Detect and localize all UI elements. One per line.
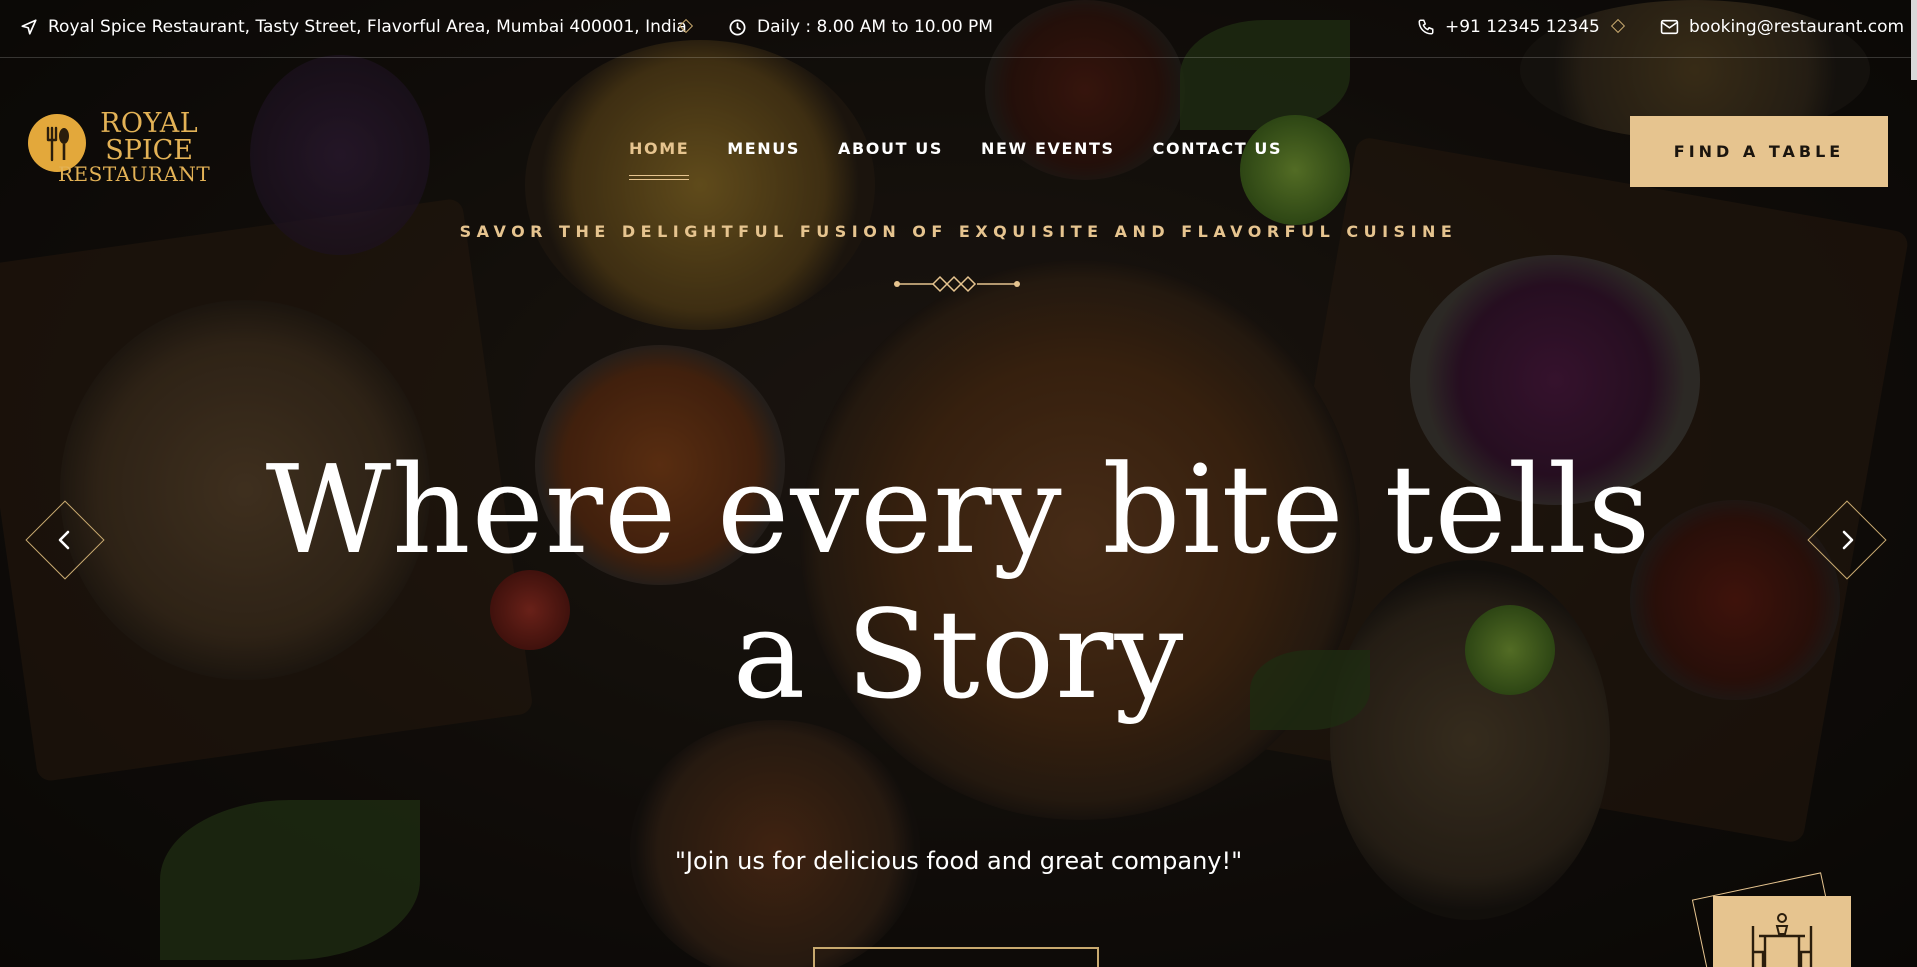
location-arrow-icon [21,19,37,35]
phone-text: +91 12345 12345 [1445,17,1600,37]
chevron-right-icon [1842,530,1854,550]
nav-contact-us[interactable]: CONTACT US [1153,139,1283,158]
hero-headline-line2: a Story [732,584,1185,726]
dining-table-icon [1751,913,1813,967]
nav-new-events[interactable]: NEW EVENTS [981,139,1115,158]
hero-quote: "Join us for delicious food and great co… [674,847,1243,875]
restaurant-logo[interactable]: ROYAL SPICE RESTAURANT [28,110,210,196]
chevron-left-icon [58,530,70,550]
top-info-bar: Royal Spice Restaurant, Tasty Street, Fl… [0,0,1917,58]
logo-line-restaurant: RESTAURANT [58,162,211,186]
main-navigation: HOME MENUS ABOUT US NEW EVENTS CONTACT U… [629,139,1283,180]
ornament-divider-icon [894,275,1020,293]
phone-link[interactable]: +91 12345 12345 [1417,0,1600,54]
hours-text: Daily : 8.00 AM to 10.00 PM [757,17,993,37]
nav-menus[interactable]: MENUS [727,139,800,158]
email-link[interactable]: booking@restaurant.com [1660,0,1904,54]
logo-line-royal: ROYAL [100,108,199,139]
nav-about-us[interactable]: ABOUT US [838,139,943,158]
nav-home[interactable]: HOME [629,139,690,180]
mail-icon [1660,19,1679,35]
separator-diamond [1610,18,1626,34]
logo-line-spice: SPICE [105,135,193,166]
logo-wordmark: ROYAL SPICE RESTAURANT [58,110,210,184]
phone-icon [1418,19,1434,35]
hero-cta-button[interactable] [813,947,1099,967]
email-text: booking@restaurant.com [1689,17,1905,37]
hours-info: Daily : 8.00 AM to 10.00 PM [728,0,993,54]
address-text: Royal Spice Restaurant, Tasty Street, Fl… [48,17,687,37]
find-a-table-button[interactable]: FIND A TABLE [1630,116,1888,187]
hero-tagline: SAVOR THE DELIGHTFUL FUSION OF EXQUISITE… [459,222,1458,241]
hero-headline-line1: Where every bite tells [265,439,1652,581]
address-info: Royal Spice Restaurant, Tasty Street, Fl… [20,0,687,54]
reserve-table-widget[interactable] [1713,896,1851,967]
scrollbar-thumb[interactable] [1911,0,1917,80]
hero-headline: Where every bite tells a Story [0,438,1917,728]
clock-icon [729,19,746,35]
